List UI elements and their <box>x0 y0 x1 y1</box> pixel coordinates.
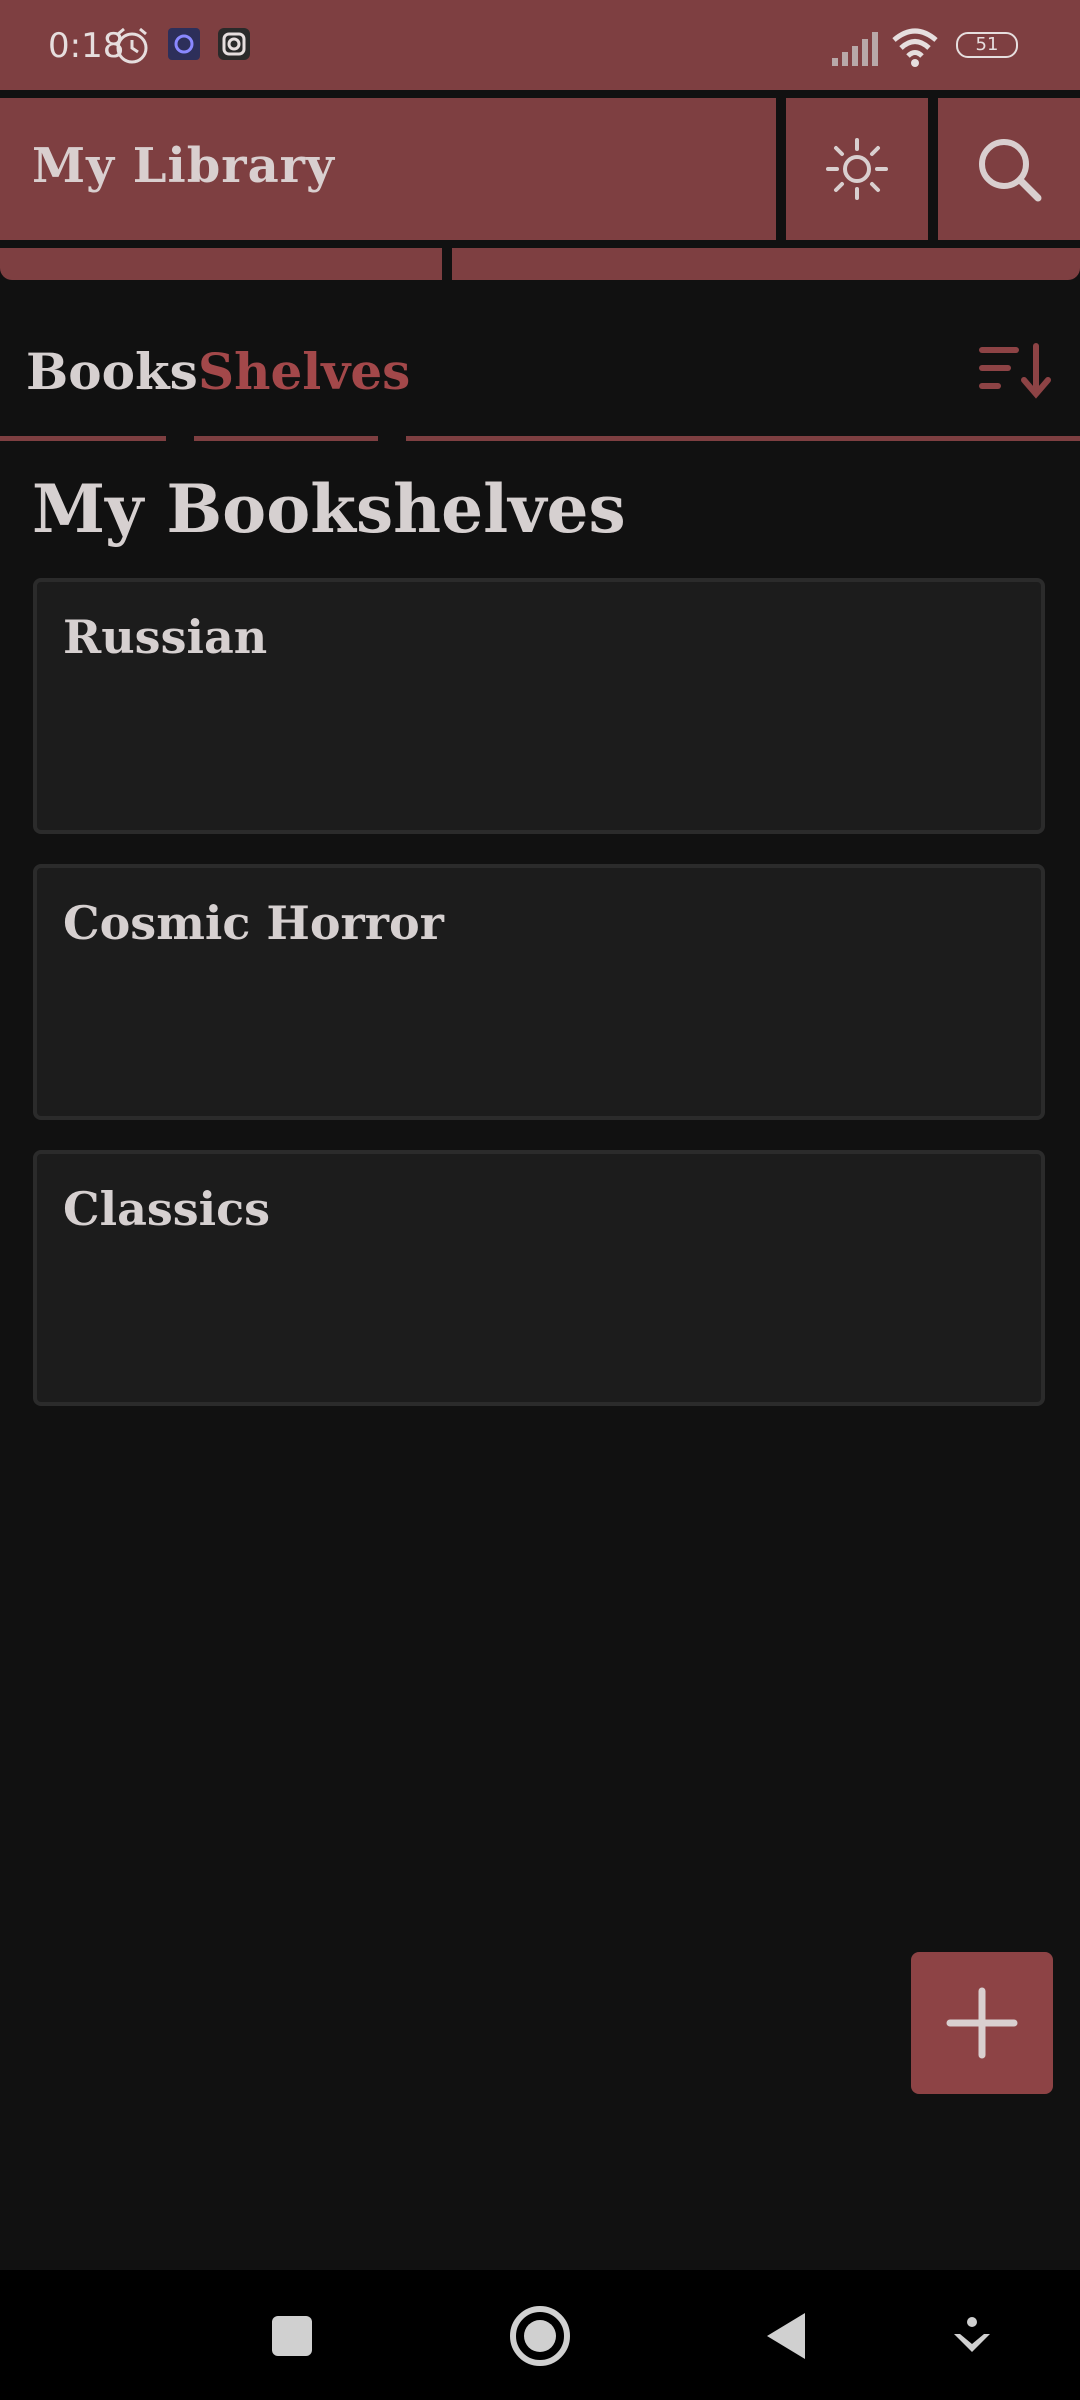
tab-underline-shelves <box>194 436 378 441</box>
circle-icon <box>510 2306 570 2366</box>
shelf-card[interactable]: Classics <box>33 1150 1045 1406</box>
system-nav-bar <box>0 2270 1080 2400</box>
recents-button[interactable] <box>256 2300 328 2372</box>
app-notification-icon <box>166 26 202 66</box>
app-title: My Library <box>32 138 335 194</box>
search-icon <box>979 139 1042 202</box>
search-button[interactable] <box>938 98 1080 240</box>
tab-underline-books <box>0 436 166 441</box>
shelf-name: Russian <box>63 610 268 664</box>
page-title: My Bookshelves <box>32 470 626 548</box>
square-icon <box>272 2316 312 2356</box>
app-bar-bottom-strip-right <box>452 248 1080 280</box>
theme-toggle-button[interactable] <box>786 98 928 240</box>
shelf-name: Cosmic Horror <box>63 896 444 950</box>
home-button[interactable] <box>504 2300 576 2372</box>
sort-button[interactable] <box>978 342 1054 402</box>
shelf-card[interactable]: Cosmic Horror <box>33 864 1045 1120</box>
shelf-card[interactable]: Russian <box>33 578 1045 834</box>
app-bar: My Library <box>0 98 776 240</box>
sun-icon <box>826 138 888 200</box>
instagram-icon <box>216 26 252 66</box>
back-button[interactable] <box>750 2300 822 2372</box>
alarm-icon <box>112 26 152 70</box>
app-bar-bottom-strip-left <box>0 248 442 280</box>
tab-underline-rest <box>406 436 1080 441</box>
plus-icon <box>946 1987 1018 2059</box>
tab-books[interactable]: Books <box>26 342 198 401</box>
tab-bar: Books Shelves <box>0 320 1080 441</box>
tab-shelves[interactable]: Shelves <box>198 342 410 401</box>
battery-level: 51 <box>956 32 1018 58</box>
status-bar: 0:18 51 <box>0 0 1080 90</box>
signal-icon <box>830 30 880 70</box>
back-triangle-icon <box>767 2313 805 2359</box>
chevron-down-icon <box>954 2317 990 2352</box>
add-shelf-button[interactable] <box>911 1952 1053 2094</box>
shelf-name: Classics <box>63 1182 271 1236</box>
expand-nav-button[interactable] <box>936 2300 1008 2372</box>
sort-icon <box>979 343 1051 399</box>
battery-indicator: 51 <box>956 32 1018 58</box>
wifi-icon <box>890 26 940 72</box>
